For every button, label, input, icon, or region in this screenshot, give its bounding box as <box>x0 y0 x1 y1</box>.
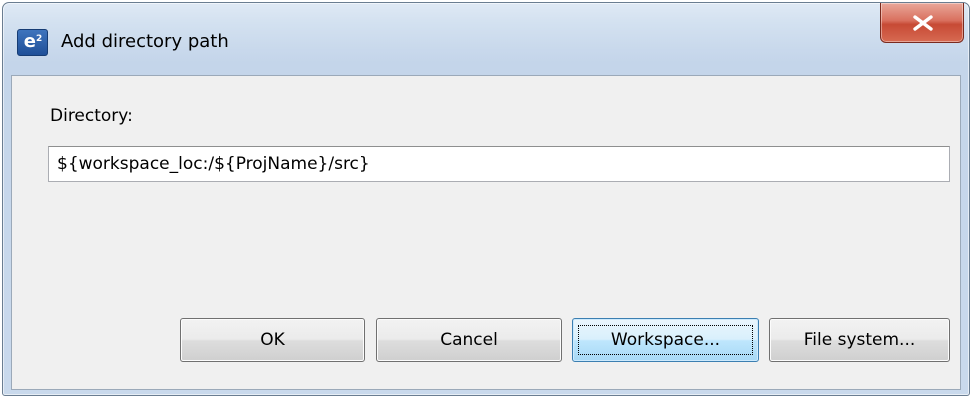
directory-input[interactable]: ${workspace_loc:/${ProjName}/src} <box>48 146 950 182</box>
workspace-button[interactable]: Workspace... <box>572 318 759 362</box>
ok-button[interactable]: OK <box>180 318 365 362</box>
app-icon-letter: e <box>23 31 36 52</box>
directory-label: Directory: <box>50 106 133 126</box>
file-system-button-label: File system... <box>803 330 916 350</box>
app-icon: e2 <box>17 29 48 56</box>
cancel-button[interactable]: Cancel <box>376 318 562 362</box>
close-button[interactable] <box>880 3 964 43</box>
ok-button-label: OK <box>260 330 285 350</box>
add-directory-path-dialog: e2 Add directory path Directory: ${works… <box>2 2 970 396</box>
cancel-button-label: Cancel <box>440 330 498 350</box>
app-icon-superscript: 2 <box>35 34 42 44</box>
dialog-body: Directory: ${workspace_loc:/${ProjName}/… <box>11 75 961 390</box>
title-bar[interactable]: e2 Add directory path <box>3 3 969 73</box>
file-system-button[interactable]: File system... <box>769 318 950 362</box>
close-icon <box>913 15 933 31</box>
workspace-button-label: Workspace... <box>610 330 721 350</box>
dialog-title: Add directory path <box>61 31 229 52</box>
